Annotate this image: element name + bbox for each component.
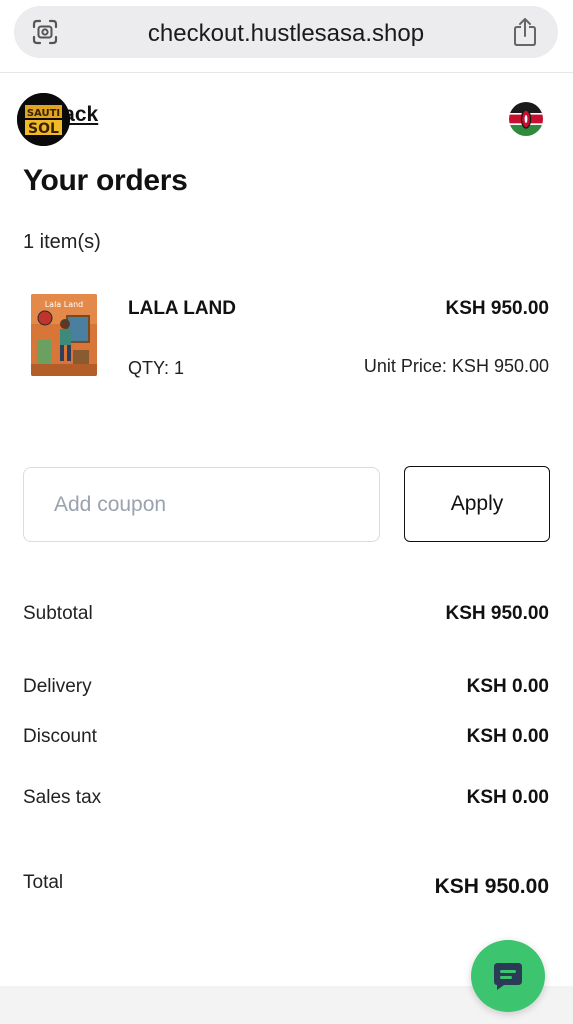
sales-tax-label: Sales tax: [23, 787, 102, 808]
kenya-flag-icon[interactable]: [509, 102, 543, 136]
svg-text:SOL: SOL: [28, 121, 59, 137]
share-icon[interactable]: [512, 17, 538, 47]
product-quantity: QTY: 1: [128, 358, 185, 378]
coupon-input[interactable]: [23, 467, 380, 542]
cover-title: Lala Land: [45, 300, 84, 309]
product-unit-price: Unit Price: KSH 950.00: [363, 356, 549, 376]
svg-text:SAUTI: SAUTI: [27, 108, 60, 119]
url-text: checkout.hustlesasa.shop: [147, 20, 425, 47]
discount-value: KSH 0.00: [466, 726, 549, 747]
apply-coupon-button[interactable]: Apply: [404, 466, 550, 542]
browser-toolbar: checkout.hustlesasa.shop: [0, 0, 573, 73]
subtotal-label: Subtotal: [23, 603, 93, 624]
address-bar[interactable]: checkout.hustlesasa.shop: [14, 6, 558, 58]
delivery-value: KSH 0.00: [466, 676, 549, 697]
total-value: KSH 950.00: [434, 875, 549, 898]
page-title: Your orders: [23, 164, 188, 197]
product-name: LALA LAND: [128, 298, 236, 319]
discount-label: Discount: [23, 726, 97, 747]
subtotal-value: KSH 950.00: [445, 603, 549, 624]
total-label: Total: [23, 872, 64, 893]
sales-tax-value: KSH 0.00: [466, 787, 549, 808]
sauti-sol-logo: SAUTI SOL: [17, 93, 70, 146]
product-price: KSH 950.00: [445, 298, 549, 319]
product-thumbnail[interactable]: Lala Land: [31, 294, 97, 376]
store-logo: SAUTI SOL: [17, 93, 70, 146]
item-count: 1 item(s): [23, 231, 101, 253]
delivery-label: Delivery: [23, 676, 92, 697]
chat-icon: [494, 963, 522, 990]
chat-button[interactable]: [471, 940, 545, 1012]
